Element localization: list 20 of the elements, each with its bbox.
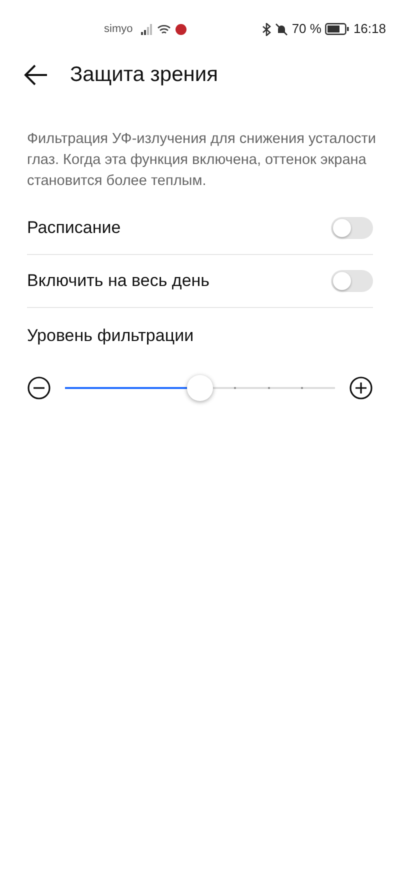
bell-muted-icon [274, 22, 288, 36]
wifi-icon [156, 24, 171, 34]
toggle-switch[interactable] [331, 270, 373, 292]
toggle-switch[interactable] [331, 217, 373, 240]
plus-button[interactable] [349, 376, 373, 400]
back-button[interactable] [24, 64, 48, 86]
minus-button[interactable] [27, 376, 51, 400]
slider-thumb[interactable] [187, 375, 213, 402]
bluetooth-icon [262, 22, 271, 36]
description: Фильтрация УФ-излучения для снижения усталости глаз. Когда эта функция включена, оттенок экрана становится более теплым. [27, 130, 376, 192]
filter-label: Уровень фильтрации [27, 324, 194, 347]
carrier-name: simyo [104, 22, 133, 37]
battery-icon [325, 23, 350, 35]
setting-label: Расписание [27, 217, 121, 240]
clock: 16:18 [353, 20, 386, 38]
setting-label: Включить на весь день [27, 270, 210, 292]
app-icon [174, 23, 187, 35]
page-title: Защита зрения [70, 62, 218, 88]
signal-icon [140, 24, 153, 34]
battery-percent: 70 % [292, 20, 322, 38]
